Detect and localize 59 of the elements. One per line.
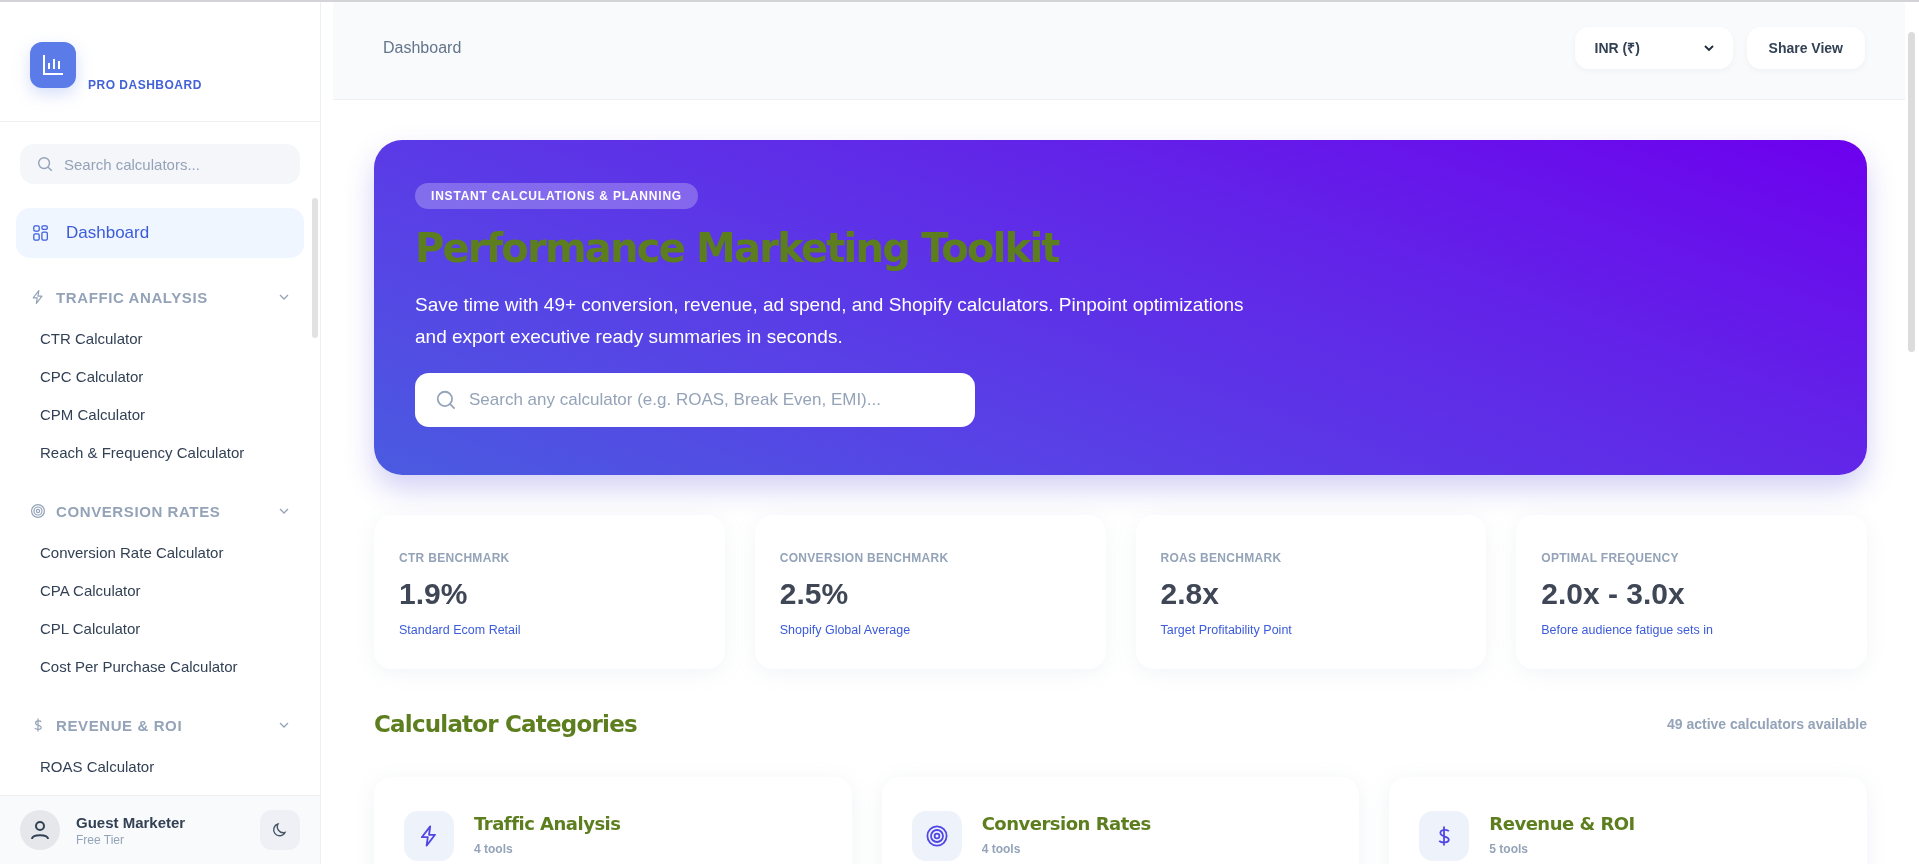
user-name: Guest Marketer (76, 813, 187, 831)
tool-count: 5 tools (1489, 842, 1529, 856)
sidebar-item[interactable]: Cost Per Purchase Calculator (16, 648, 304, 686)
hero-tag: INSTANT CALCULATIONS & PLANNING (415, 183, 698, 209)
stat-value: 1.9% (399, 577, 468, 611)
tool-count: 4 tools (981, 842, 1022, 856)
search-icon (435, 389, 457, 411)
bar-chart-logo-icon (30, 42, 76, 88)
calculator-count: 49 active calculators available (1667, 716, 1867, 732)
scrollbar[interactable] (1908, 32, 1915, 352)
sidebar-item[interactable]: Conversion Rate Calculator (16, 534, 304, 572)
sidebar-item[interactable]: CPC Calculator (16, 358, 304, 396)
category-card[interactable]: Traffic Analysis 4 tools (374, 777, 852, 864)
stat-value: 2.8x (1160, 577, 1219, 611)
stat-label: CONVERSION BENCHMARK (779, 551, 949, 565)
category-name: Revenue & ROI (1489, 813, 1635, 834)
user-plan-label: Free Tier (76, 832, 125, 847)
category-card[interactable]: Revenue & ROI 5 tools (1389, 777, 1867, 864)
stat-label: ROAS BENCHMARK (1160, 551, 1282, 565)
category-card[interactable]: Conversion Rates 4 tools (881, 777, 1360, 864)
search-field[interactable]: Search calculators... (20, 144, 300, 184)
sidebar-item[interactable]: Reach & Frequency Calculator (16, 434, 304, 472)
lightning-icon (30, 289, 46, 305)
target-icon (30, 503, 46, 519)
stat-label: CTR BENCHMARK (399, 551, 510, 565)
sidebar-item[interactable]: CPM Calculator (16, 396, 304, 434)
grid-icon (32, 224, 50, 242)
stat-label: OPTIMAL FREQUENCY (1541, 551, 1679, 565)
section-title: Calculator Categories (374, 711, 637, 737)
scrollbar[interactable] (312, 198, 318, 338)
chevron-icon[interactable] (278, 507, 290, 515)
category-name: Traffic Analysis (474, 813, 621, 834)
brand-name: PRO DASHBOARD (88, 78, 202, 92)
stat-note: Before audience fatigue sets in (1541, 623, 1713, 637)
search-icon (36, 155, 54, 173)
dashboard-nav-item[interactable]: Dashboard (16, 208, 304, 258)
theme-toggle-button[interactable] (260, 810, 300, 850)
user-icon (28, 818, 52, 842)
stat-note: Standard Ecom Retail (399, 623, 521, 637)
stat-value: 2.5% (779, 577, 849, 611)
page-title: Dashboard (383, 38, 462, 57)
caret-icon (1702, 43, 1715, 52)
target-icon (924, 824, 949, 848)
stat-note: Target Profitability Point (1160, 623, 1292, 637)
stat-value: 2.0x - 3.0x (1541, 577, 1685, 611)
currency-select[interactable]: INR (₹) (1574, 26, 1733, 69)
sidebar-item[interactable]: ROAS Calculator (16, 748, 304, 786)
chevron-icon[interactable] (278, 721, 290, 729)
sidebar-item[interactable]: CPL Calculator (16, 610, 304, 648)
hero-title: Performance Marketing Toolkit (415, 225, 1059, 271)
chevron-icon[interactable] (278, 293, 290, 301)
hero-description: Save time with 49+ conversion, revenue, ad spend, and Shopify calculators. Pinpoint optimizations and export executive ready summaries in seconds. (415, 293, 1245, 349)
category-name: Conversion Rates (981, 813, 1151, 834)
sidebar-item[interactable]: CPA Calculator (16, 572, 304, 610)
share-view-button[interactable]: Share View (1746, 26, 1865, 69)
sidebar-item[interactable]: CTR Calculator (16, 320, 304, 358)
stat-note: Shopify Global Average (779, 623, 911, 637)
tool-count: 4 tools (474, 842, 514, 856)
search-field[interactable]: Search any calculator (e.g. ROAS, Break Even, EMI)... (415, 373, 975, 427)
